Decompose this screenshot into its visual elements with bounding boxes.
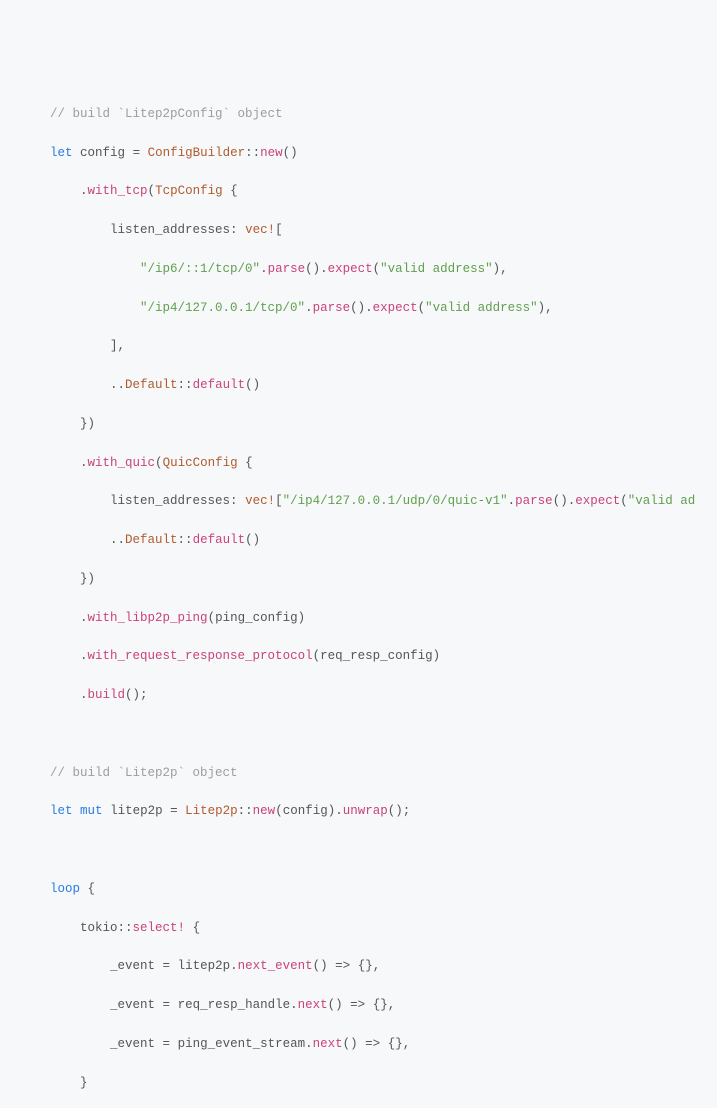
code-line: loop { (20, 880, 717, 899)
code-line: listen_addresses: vec![ (20, 221, 717, 240)
code-line: let mut litep2p = Litep2p::new(config).u… (20, 802, 717, 821)
comment: // build `Litep2pConfig` object (50, 107, 283, 121)
code-line: .with_tcp(TcpConfig { (20, 182, 717, 201)
code-line: .with_request_response_protocol(req_resp… (20, 647, 717, 666)
code-line: "/ip4/127.0.0.1/tcp/0".parse().expect("v… (20, 299, 717, 318)
code-line: listen_addresses: vec!["/ip4/127.0.0.1/u… (20, 492, 717, 511)
code-line: tokio::select! { (20, 919, 717, 938)
blank-line (20, 725, 717, 744)
code-line: .with_quic(QuicConfig { (20, 454, 717, 473)
code-line: let config = ConfigBuilder::new() (20, 144, 717, 163)
code-line: ..Default::default() (20, 376, 717, 395)
code-line: ..Default::default() (20, 531, 717, 550)
code-line: }) (20, 415, 717, 434)
code-block: // build `Litep2pConfig` object let conf… (20, 86, 717, 1108)
code-line: .with_libp2p_ping(ping_config) (20, 609, 717, 628)
code-line: ], (20, 337, 717, 356)
code-line: // build `Litep2p` object (20, 764, 717, 783)
code-line: // build `Litep2pConfig` object (20, 105, 717, 124)
code-line: } (20, 1074, 717, 1093)
code-line: }) (20, 570, 717, 589)
code-line: "/ip6/::1/tcp/0".parse().expect("valid a… (20, 260, 717, 279)
blank-line (20, 841, 717, 860)
comment: // build `Litep2p` object (50, 766, 238, 780)
code-line: _event = ping_event_stream.next() => {}, (20, 1035, 717, 1054)
code-line: _event = req_resp_handle.next() => {}, (20, 996, 717, 1015)
code-line: _event = litep2p.next_event() => {}, (20, 957, 717, 976)
keyword-let: let (50, 146, 73, 160)
code-line: .build(); (20, 686, 717, 705)
